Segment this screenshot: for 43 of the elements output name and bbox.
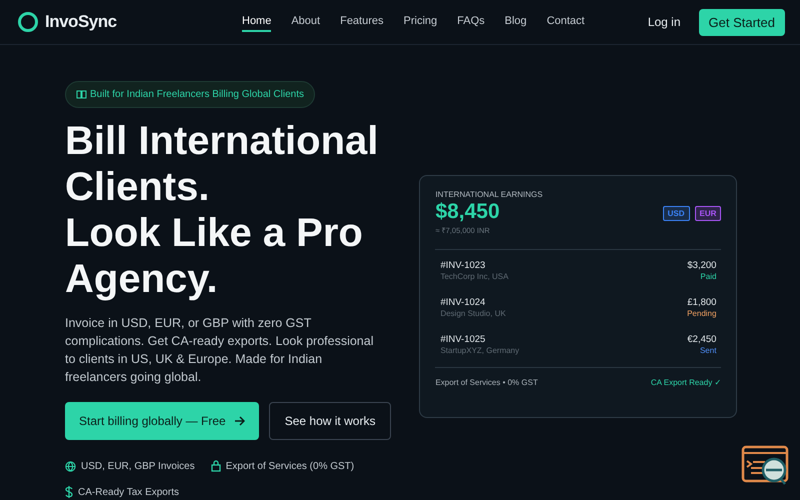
arrow-right-icon xyxy=(234,416,245,426)
invoice-status: Sent xyxy=(700,346,716,355)
nav-link[interactable]: Contact xyxy=(546,12,585,32)
badge-text: Built for Indian Freelancers Billing Global Clients xyxy=(90,89,304,100)
invoice-client: TechCorp Inc, USA xyxy=(440,272,508,281)
lock-icon xyxy=(210,460,221,472)
dollar-icon xyxy=(65,486,73,498)
get-started-button[interactable]: Get Started xyxy=(698,8,785,36)
nav-link[interactable]: About xyxy=(291,12,320,32)
nav-link[interactable]: Home xyxy=(242,12,272,32)
book-icon xyxy=(76,90,87,99)
brand-name[interactable]: InvoSync xyxy=(45,12,117,32)
invoice-amount: $3,200 xyxy=(687,260,716,271)
invoice-status: Paid xyxy=(700,272,716,281)
logo-icon xyxy=(17,11,39,33)
currency-tag: EUR xyxy=(694,206,722,221)
globe-icon xyxy=(65,460,76,472)
nav-link[interactable]: Features xyxy=(340,12,384,32)
invoice-id: #INV-1024 xyxy=(440,297,486,308)
invoice-id: #INV-1023 xyxy=(440,260,486,271)
feature-label: USD, EUR, GBP Invoices xyxy=(81,460,195,472)
feature-label: Export of Services (0% GST) xyxy=(226,460,354,472)
export-note: Export of Services • 0% GST xyxy=(435,378,538,387)
code-search-icon[interactable] xyxy=(741,445,789,487)
invoice-status: Pending xyxy=(687,309,716,318)
earnings-label: INTERNATIONAL EARNINGS xyxy=(435,190,543,199)
currency-tag: USD xyxy=(662,206,690,221)
invoice-amount: £1,800 xyxy=(687,297,716,308)
see-how-button[interactable]: See how it works xyxy=(268,402,392,440)
nav-link[interactable]: Blog xyxy=(504,12,527,32)
hero-subtitle: Invoice in USD, EUR, or GBP with zero GST complications. Get CA-ready exports. Look professional to clients in US, UK & Europe. Made for Indian freelancers going global. xyxy=(65,315,374,386)
nav-link[interactable]: FAQs xyxy=(457,12,485,32)
hero-title: Bill International Clients. Look Like a Pro Agency. xyxy=(65,118,378,302)
login-link[interactable]: Log in xyxy=(648,15,681,29)
nav-link[interactable]: Pricing xyxy=(404,12,438,32)
invoice-client: StartupXYZ, Germany xyxy=(440,346,520,355)
invoice-client: Design Studio, UK xyxy=(440,309,506,318)
feature-label: CA-Ready Tax Exports xyxy=(78,486,179,498)
invoice-amount: €2,450 xyxy=(687,334,716,345)
export-ready-status: CA Export Ready ✓ xyxy=(650,378,722,387)
start-billing-button[interactable]: Start billing globally — Free xyxy=(65,402,259,440)
invoice-id: #INV-1025 xyxy=(440,334,486,345)
earnings-total: $8,450 xyxy=(435,199,501,225)
